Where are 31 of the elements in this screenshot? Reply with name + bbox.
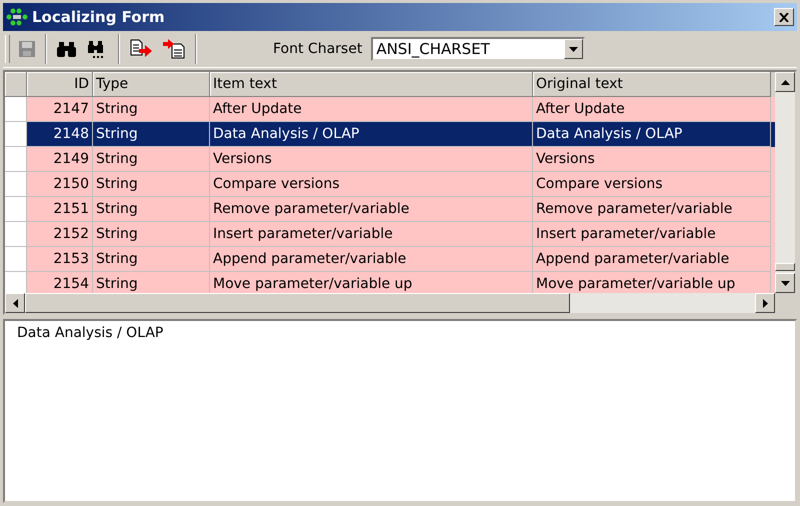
column-header[interactable]: ID bbox=[27, 72, 93, 97]
document-arrow-icon bbox=[129, 39, 153, 59]
table-row[interactable]: 2151 String Remove parameter/variable Remove parameter/variable bbox=[5, 197, 775, 222]
text-editor[interactable]: Data Analysis / OLAP bbox=[3, 319, 797, 503]
app-icon bbox=[6, 8, 28, 26]
font-charset-label: Font Charset bbox=[273, 41, 362, 57]
right-arrow-icon bbox=[762, 298, 768, 308]
scroll-thumb[interactable] bbox=[775, 263, 795, 271]
down-arrow-icon bbox=[780, 280, 790, 286]
up-arrow-icon bbox=[780, 80, 790, 84]
font-charset-dropdown[interactable]: ANSI_CHARSET bbox=[371, 37, 586, 61]
column-header[interactable]: Type bbox=[93, 72, 210, 97]
horizontal-scrollbar[interactable] bbox=[5, 293, 795, 313]
table-row[interactable]: 2147 String After Update After Update bbox=[5, 97, 775, 122]
table-row[interactable]: 2153 String Append parameter/variable Append parameter/variable bbox=[5, 247, 775, 272]
table-row[interactable]: 2149 String Versions Versions bbox=[5, 147, 775, 172]
dropdown-arrow-icon bbox=[569, 46, 578, 52]
document-arrow-icon bbox=[162, 39, 186, 59]
window-title: Localizing Form bbox=[32, 8, 166, 26]
binoculars-icon bbox=[56, 40, 78, 58]
table-row[interactable]: 2154 String Move parameter/variable up Move parameter/variable up bbox=[5, 272, 775, 293]
close-button[interactable] bbox=[774, 8, 794, 26]
scroll-thumb[interactable] bbox=[25, 293, 570, 313]
column-header[interactable]: Original text bbox=[533, 72, 771, 97]
column-header[interactable]: Item text bbox=[210, 72, 533, 97]
table-row[interactable]: 2150 String Compare versions Compare versions bbox=[5, 172, 775, 197]
vertical-scrollbar[interactable] bbox=[775, 72, 795, 293]
table-row[interactable]: 2152 String Insert parameter/variable Insert parameter/variable bbox=[5, 222, 775, 247]
table-row[interactable]: 2148 String Data Analysis / OLAP Data Analysis / OLAP bbox=[5, 122, 775, 147]
close-icon bbox=[779, 12, 789, 22]
left-arrow-icon bbox=[12, 298, 18, 308]
